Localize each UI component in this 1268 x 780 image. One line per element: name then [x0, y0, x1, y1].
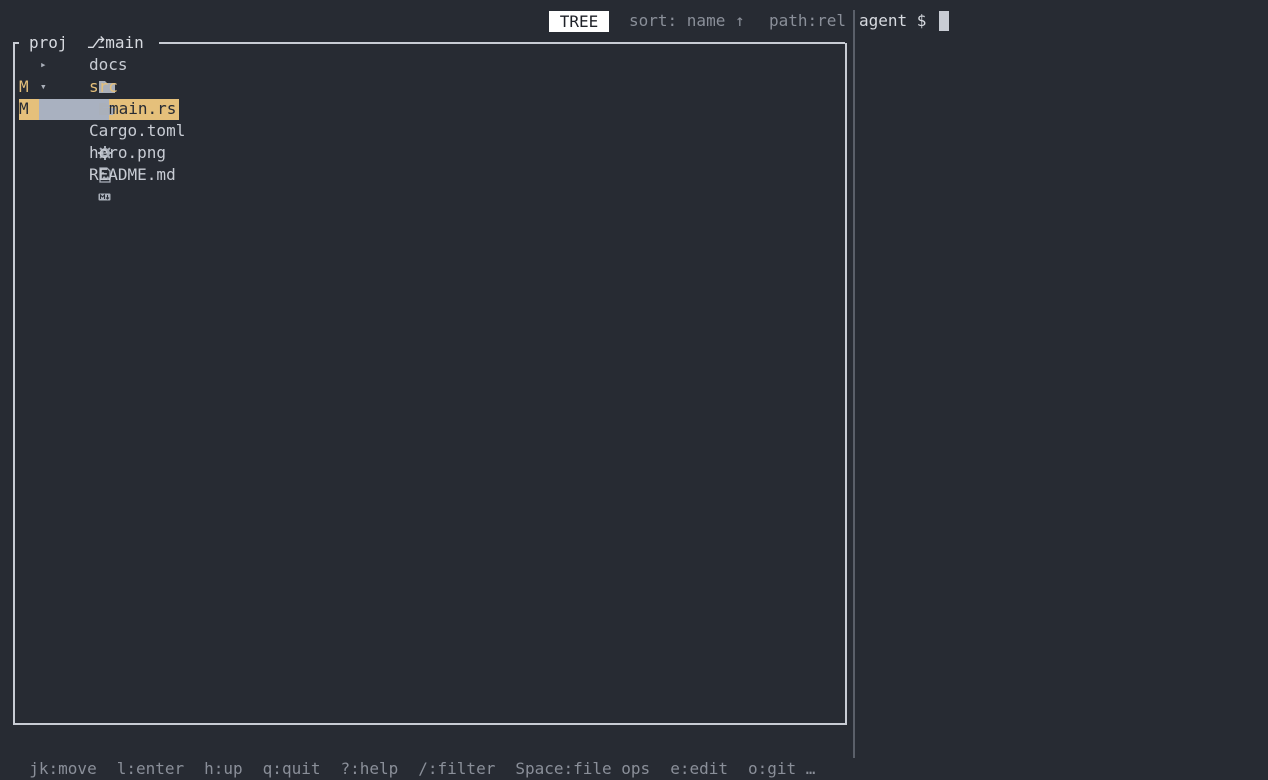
tree-item-label: hero.png — [89, 143, 167, 162]
collapsed-arrow-icon[interactable]: ▸ — [40, 54, 47, 76]
tree-item-src[interactable]: M ▾ src — [19, 76, 843, 115]
tree-item-label: docs — [89, 55, 128, 74]
terminal-prompt: agent $ — [859, 11, 927, 30]
help-file-ops: Space:file ops — [515, 759, 651, 778]
help-filter: /:filter — [418, 759, 496, 778]
git-status: M — [19, 99, 29, 118]
tree-item-label: main.rs — [109, 99, 177, 118]
expanded-arrow-icon[interactable]: ▾ — [40, 76, 47, 98]
folder-open-icon — [59, 79, 116, 115]
terminal-cursor[interactable] — [939, 11, 949, 31]
tree-item-hero-png[interactable]: hero.png — [19, 142, 843, 183]
tree-item-label: README.md — [89, 165, 176, 184]
frame-border — [159, 42, 845, 44]
help-move: jk:move — [29, 759, 97, 778]
mode-badge: TREE — [549, 11, 609, 32]
help-git: o:git … — [747, 759, 816, 778]
help-quit: q:quit — [262, 759, 321, 778]
help-edit: e:edit — [670, 759, 728, 778]
markdown-file-icon — [59, 167, 111, 201]
image-file-icon — [59, 145, 111, 183]
tree-item-main-rs[interactable]: M main.rs — [19, 98, 843, 137]
folder-icon — [59, 57, 115, 93]
tree-item-cargo-toml[interactable]: Cargo.toml — [19, 120, 843, 160]
git-status: M — [19, 77, 29, 96]
help-up: h:up — [204, 759, 243, 778]
sort-indicator[interactable]: sort: name ↑ — [629, 10, 745, 32]
tree-item-readme-md[interactable]: README.md — [19, 164, 843, 201]
gear-icon — [59, 123, 112, 160]
rust-file-icon — [79, 101, 129, 137]
frame-border — [13, 42, 15, 48]
tree-item-docs[interactable]: ▸ docs — [19, 54, 843, 93]
tree-item-label: Cargo.toml — [89, 121, 186, 140]
panel-title: proj ⎇main — [29, 33, 144, 52]
keybinding-help-bar: jk:move l:enter h:up q:quit ?:help /:filter Sp… — [10, 736, 835, 780]
path-mode-indicator[interactable]: path:rel — [769, 10, 846, 32]
tree-item-label: src — [89, 77, 118, 96]
help-enter: l:enter — [116, 759, 185, 778]
help-help: ?:help — [340, 759, 399, 778]
pane-divider[interactable] — [853, 10, 855, 758]
